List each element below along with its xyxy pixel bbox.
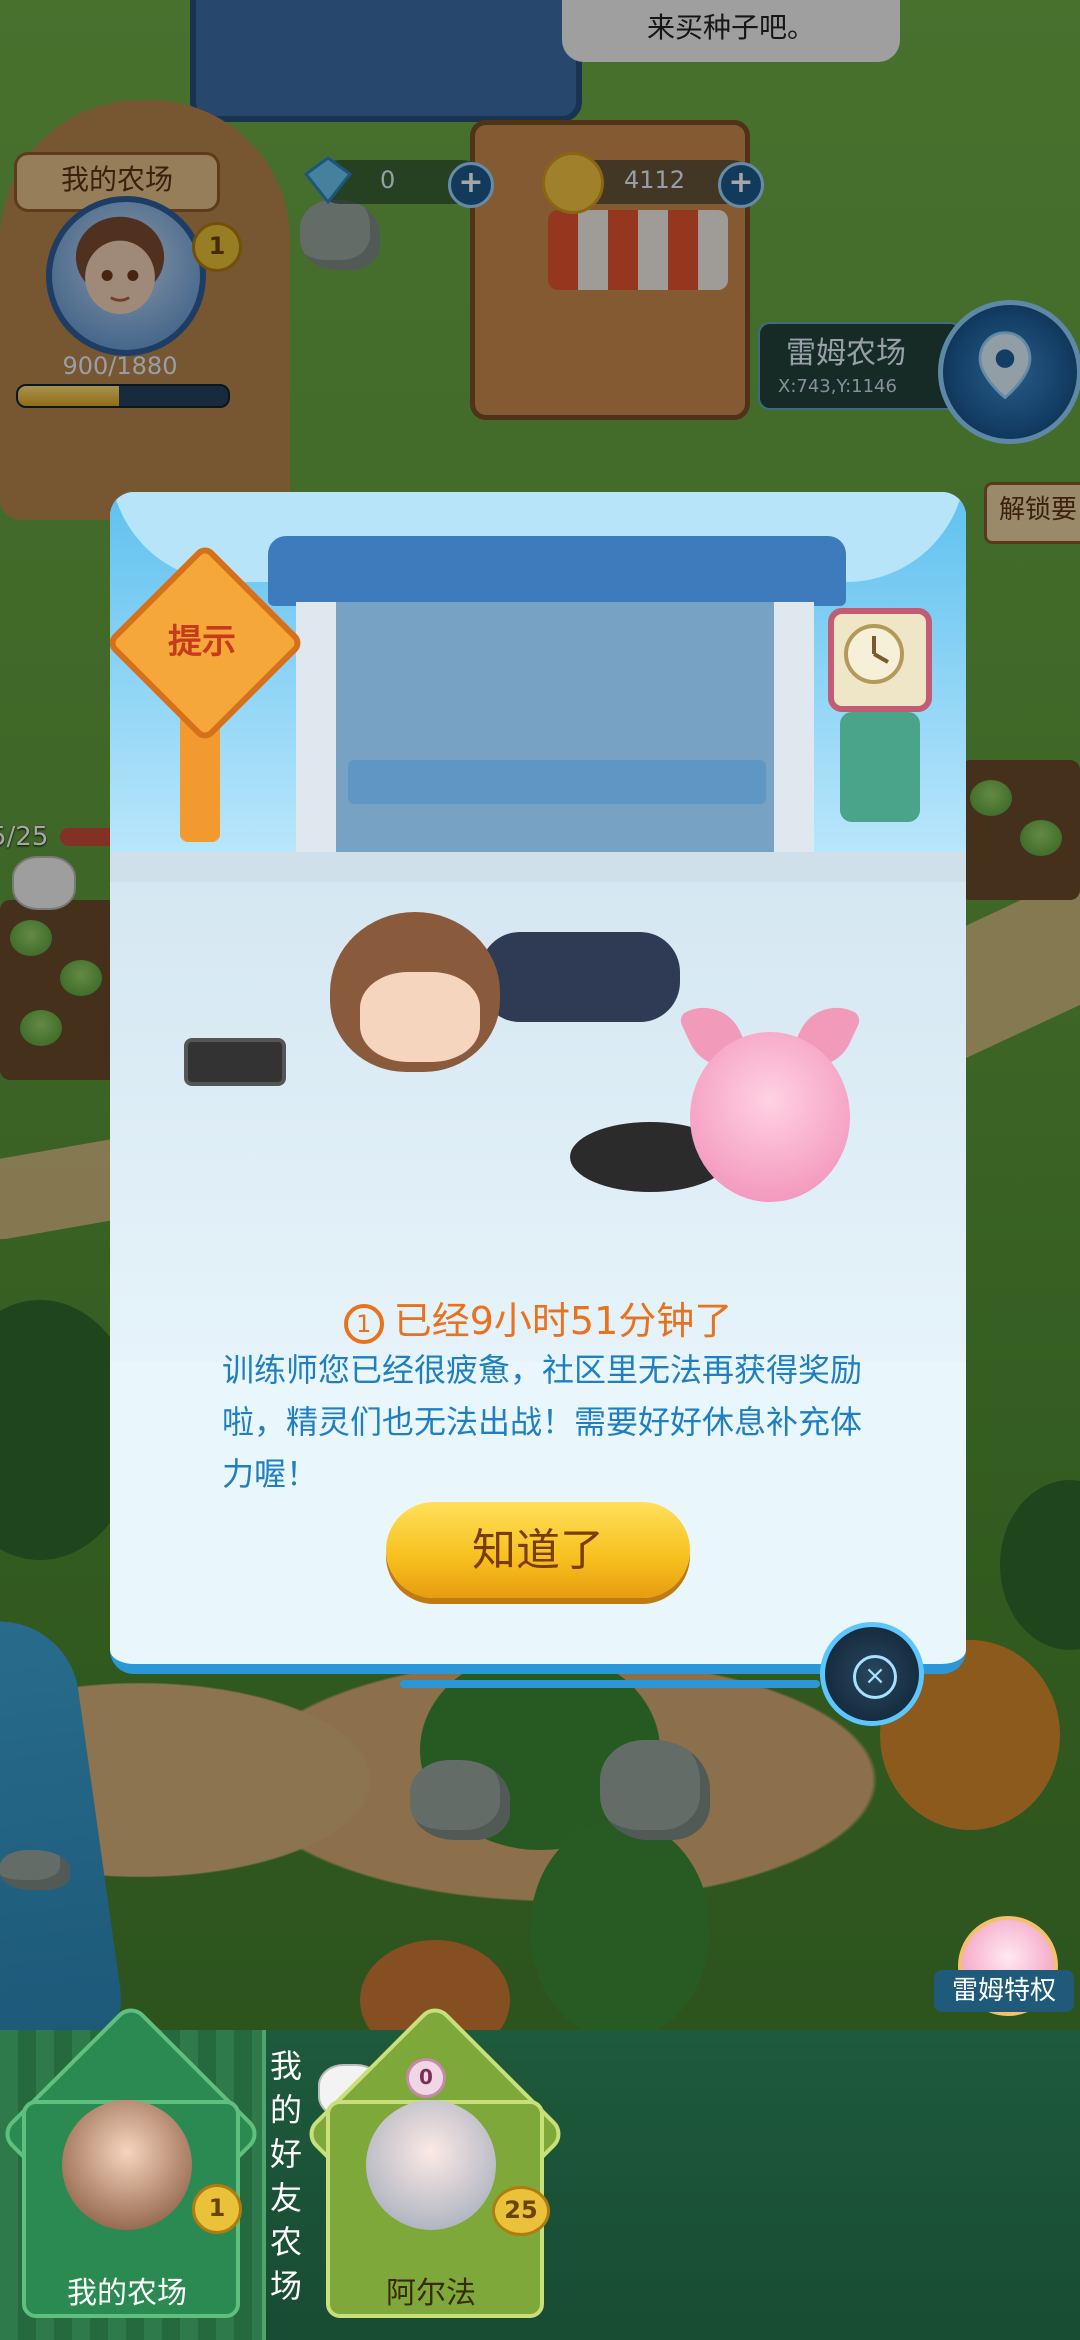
fatigue-time-text: 已经9小时51分钟了 <box>393 1299 733 1343</box>
bus-stop-bench <box>348 760 766 804</box>
trainer-body <box>480 932 680 1022</box>
friend-name: 阿尔法 <box>386 2276 476 2311</box>
tired-trainer-illustration <box>330 882 863 1212</box>
dialog-panel: 提示 1 已经9小时51分钟了 训练师您已经很疲惫，社区里无法再获得奖励啦，精灵们… <box>110 492 966 1674</box>
rem-privilege-button[interactable]: 雷姆特权 <box>934 1916 1074 2016</box>
my-farm-level-badge: 1 <box>192 2184 242 2234</box>
phone-icon <box>184 1038 286 1086</box>
warning-sign-text: 提示 <box>168 622 236 662</box>
bus-stop-roof <box>268 536 846 606</box>
number-one-icon: 1 <box>343 1303 384 1344</box>
my-avatar-icon <box>62 2100 192 2230</box>
fatigue-message: 训练师您已经很疲惫，社区里无法再获得奖励啦，精灵们也无法出战！需要好好休息补充体… <box>222 1351 863 1493</box>
close-icon: × <box>853 1655 897 1699</box>
my-farm-house-button[interactable]: 1 我的农场 <box>0 2001 264 2320</box>
mailbox-icon <box>840 712 920 822</box>
platform-edge <box>110 852 966 882</box>
trainer-face <box>360 972 480 1062</box>
close-dialog-button[interactable]: × <box>820 1622 924 1726</box>
pink-pet <box>690 1032 850 1202</box>
bus-stop-wall <box>308 602 806 852</box>
friends-farm-label: 我的好友农场 <box>270 2047 303 2305</box>
close-line-decoration <box>400 1680 820 1688</box>
fatigue-dialog: 提示 1 已经9小时51分钟了 训练师您已经很疲惫，社区里无法再获得奖励啦，精灵们… <box>110 492 966 1674</box>
got-it-button[interactable]: 知道了 <box>386 1502 690 1598</box>
friend-rank-badge: 0 <box>406 2058 446 2098</box>
my-farm-label: 我的农场 <box>67 2276 187 2311</box>
friend-farm-house-button[interactable]: 25 0 阿尔法 <box>302 2001 568 2320</box>
bus-stop-post <box>774 602 814 864</box>
bus-stop-post <box>296 602 336 864</box>
fatigue-time-title: 1 已经9小时51分钟了 <box>110 1290 966 1345</box>
clock-icon <box>828 608 932 712</box>
friend-level-badge: 25 <box>492 2186 550 2236</box>
rem-privilege-label: 雷姆特权 <box>934 1970 1074 2012</box>
friend-avatar-icon <box>366 2100 496 2230</box>
